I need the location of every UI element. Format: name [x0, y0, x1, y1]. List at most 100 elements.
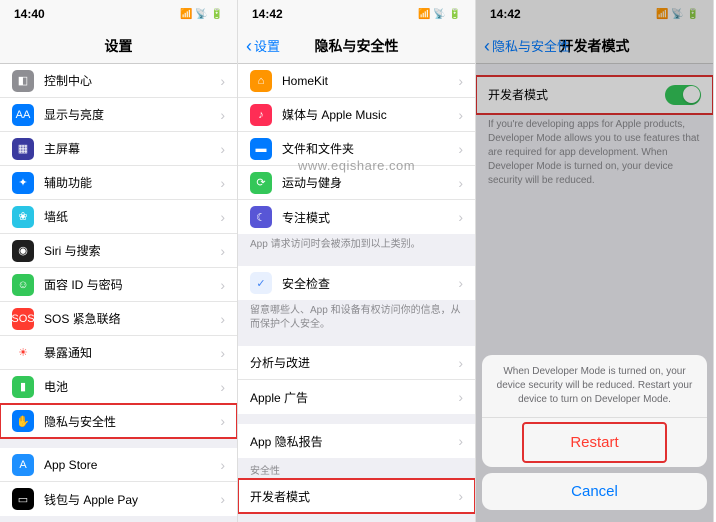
- chevron-right-icon: ›: [220, 141, 225, 157]
- chevron-right-icon: ›: [220, 243, 225, 259]
- row-label: 隐私与安全性: [44, 413, 220, 430]
- row-icon: ⌂: [250, 70, 272, 92]
- row-label: 专注模式: [282, 209, 458, 226]
- row-icon: ☺: [12, 274, 34, 296]
- table-row[interactable]: SOS SOS 紧急联络›: [0, 302, 237, 336]
- privacy-list[interactable]: ⌂HomeKit›♪媒体与 Apple Music›▬文件和文件夹›⟳运动与健身…: [238, 64, 475, 522]
- table-row[interactable]: ✓安全检查›: [238, 266, 475, 300]
- sheet-message: When Developer Mode is turned on, your d…: [482, 355, 707, 418]
- table-row[interactable]: ▦ 主屏幕›: [0, 132, 237, 166]
- table-row[interactable]: ☺ 面容 ID 与密码›: [0, 268, 237, 302]
- row-icon: SOS: [12, 308, 34, 330]
- row-label: 辅助功能: [44, 174, 220, 191]
- row-label: 面容 ID 与密码: [44, 276, 220, 293]
- chevron-right-icon: ›: [220, 73, 225, 89]
- page-title: 设置: [105, 36, 133, 56]
- row-label: App 隐私报告: [250, 433, 458, 450]
- table-row[interactable]: ☀暴露通知›: [0, 336, 237, 370]
- row-icon: ✋: [12, 410, 34, 432]
- row-label: 主屏幕: [44, 140, 220, 157]
- status-bar: 14:40 📶 📡 🔋: [0, 0, 237, 28]
- nav-bar: ‹设置 隐私与安全性: [238, 28, 475, 64]
- table-row[interactable]: ▬文件和文件夹›: [238, 132, 475, 166]
- table-row[interactable]: ▭ 钱包与 Apple Pay›: [0, 482, 237, 516]
- row-label: 分析与改进: [250, 354, 458, 371]
- status-indicators: 📶 📡 🔋: [180, 9, 223, 20]
- sheet-cancel-block: Cancel: [482, 473, 707, 510]
- table-row[interactable]: ⟳运动与健身›: [238, 166, 475, 200]
- status-bar: 14:42 📶 📡 🔋: [238, 0, 475, 28]
- row-label: 开发者模式: [250, 488, 458, 505]
- row-icon: ◧: [12, 70, 34, 92]
- row-icon: ◉: [12, 240, 34, 262]
- table-row[interactable]: AA 显示与亮度›: [0, 98, 237, 132]
- phone-3-developer-mode: 14:42 📶 📡 🔋 ‹隐私与安全性 开发者模式 开发者模式 If you'r…: [476, 0, 714, 522]
- cancel-button[interactable]: Cancel: [482, 473, 707, 510]
- restart-button[interactable]: Restart: [522, 422, 667, 463]
- section-footnote: App 请求访问时会被添加到以上类别。: [238, 234, 475, 256]
- row-icon: ♪: [250, 104, 272, 126]
- table-row[interactable]: ❀墙纸›: [0, 200, 237, 234]
- table-row[interactable]: ✋ 隐私与安全性›: [0, 404, 237, 438]
- chevron-right-icon: ›: [458, 355, 463, 371]
- chevron-right-icon: ›: [220, 175, 225, 191]
- row-icon: ☀: [12, 342, 34, 364]
- row-label: 显示与亮度: [44, 106, 220, 123]
- chevron-right-icon: ›: [220, 491, 225, 507]
- row-label: 文件和文件夹: [282, 140, 458, 157]
- chevron-right-icon: ›: [458, 433, 463, 449]
- back-button[interactable]: ‹设置: [246, 36, 280, 55]
- chevron-right-icon: ›: [458, 73, 463, 89]
- chevron-right-icon: ›: [458, 107, 463, 123]
- section-header: 安全性: [238, 458, 475, 479]
- table-row[interactable]: ⌂ HomeKit›: [238, 64, 475, 98]
- row-icon: A: [12, 454, 34, 476]
- time: 14:40: [14, 7, 45, 21]
- chevron-right-icon: ›: [220, 209, 225, 225]
- chevron-right-icon: ›: [220, 345, 225, 361]
- chevron-right-icon: ›: [458, 175, 463, 191]
- table-row[interactable]: 开发者模式›: [238, 479, 475, 513]
- page-title: 隐私与安全性: [315, 36, 399, 56]
- sheet-main: When Developer Mode is turned on, your d…: [482, 355, 707, 467]
- row-icon: ✦: [12, 172, 34, 194]
- chevron-right-icon: ›: [458, 275, 463, 291]
- table-row[interactable]: ◉ Siri 与搜索›: [0, 234, 237, 268]
- row-icon: ❀: [12, 206, 34, 228]
- table-row[interactable]: ▮ 电池›: [0, 370, 237, 404]
- row-icon: AA: [12, 104, 34, 126]
- status-indicators: 📶 📡 🔋: [418, 9, 461, 20]
- row-icon: ☾: [250, 206, 272, 228]
- section-footnote: 留意哪些人、App 和设备有权访问你的信息，从而保护个人安全。: [238, 300, 475, 336]
- chevron-right-icon: ›: [458, 389, 463, 405]
- row-label: 钱包与 Apple Pay: [44, 491, 220, 508]
- table-row[interactable]: App 隐私报告›: [238, 424, 475, 458]
- row-label: Apple 广告: [250, 389, 458, 406]
- chevron-right-icon: ›: [458, 488, 463, 504]
- chevron-right-icon: ›: [220, 311, 225, 327]
- table-row[interactable]: ✦ 辅助功能›: [0, 166, 237, 200]
- table-row[interactable]: 分析与改进›: [238, 346, 475, 380]
- row-label: 电池: [44, 378, 220, 395]
- table-row[interactable]: ♪ 媒体与 Apple Music›: [238, 98, 475, 132]
- row-label: 媒体与 Apple Music: [282, 106, 458, 123]
- phone-1-settings: 14:40 📶 📡 🔋 设置 ◧控制中心›AA显示与亮度›▦主屏幕›✦辅助功能›…: [0, 0, 238, 522]
- row-label: HomeKit: [282, 74, 458, 88]
- row-label: 安全检查: [282, 275, 458, 292]
- row-icon: ▦: [12, 138, 34, 160]
- chevron-right-icon: ›: [220, 413, 225, 429]
- row-label: Siri 与搜索: [44, 242, 220, 259]
- settings-list[interactable]: ◧控制中心›AA显示与亮度›▦主屏幕›✦辅助功能›❀墙纸›◉Siri 与搜索›☺…: [0, 64, 237, 522]
- row-icon: ▭: [12, 488, 34, 510]
- row-label: App Store: [44, 458, 220, 472]
- table-row[interactable]: Apple 广告›: [238, 380, 475, 414]
- table-row[interactable]: ☾ 专注模式›: [238, 200, 475, 234]
- row-label: SOS 紧急联络: [44, 310, 220, 327]
- chevron-right-icon: ›: [220, 277, 225, 293]
- table-row[interactable]: ◧控制中心›: [0, 64, 237, 98]
- table-row[interactable]: AApp Store›: [0, 448, 237, 482]
- chevron-right-icon: ›: [220, 379, 225, 395]
- chevron-right-icon: ›: [458, 209, 463, 225]
- chevron-right-icon: ›: [220, 107, 225, 123]
- row-icon: ▮: [12, 376, 34, 398]
